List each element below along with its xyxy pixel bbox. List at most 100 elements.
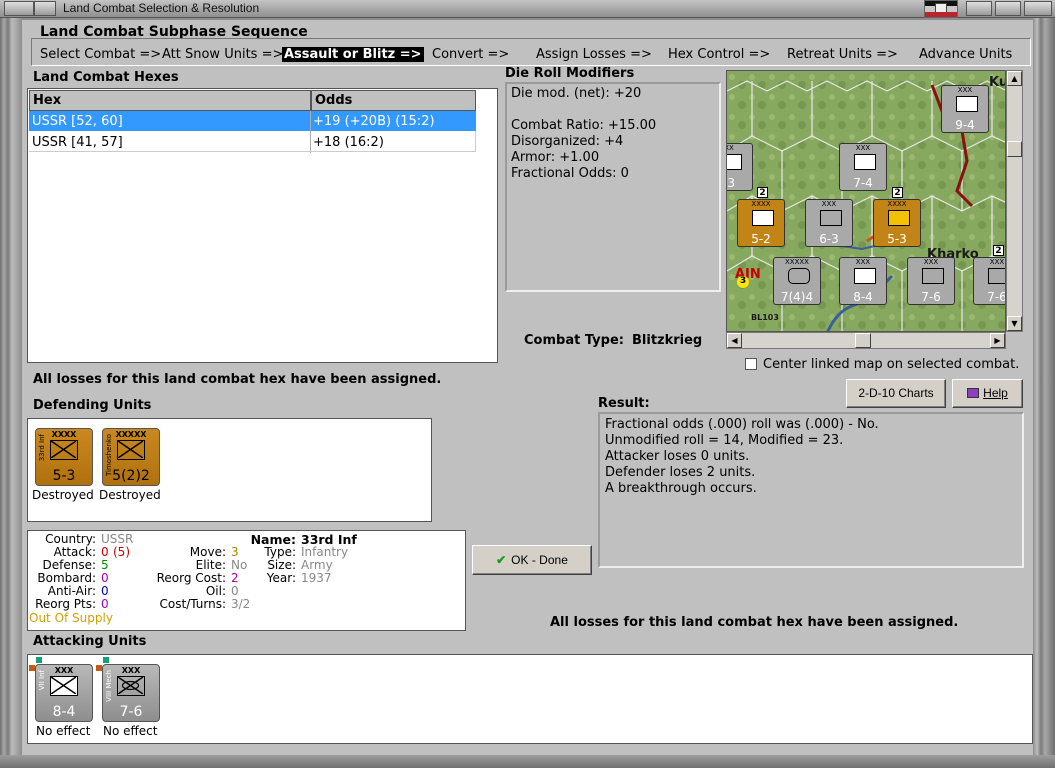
counter-size: XXX <box>989 258 1005 266</box>
counter-name: VII Inf <box>38 670 46 691</box>
charts-button[interactable]: 2-D-10 Charts <box>846 379 946 408</box>
odds-column-header[interactable]: Odds <box>311 90 476 111</box>
modifier-line: Combat Ratio: +15.00 <box>511 118 657 133</box>
help-button[interactable]: Help <box>952 379 1023 408</box>
row-hex-cell: USSR [41, 57] <box>32 135 123 150</box>
hq-icon <box>788 268 810 284</box>
defending-unit-status: Destroyed <box>99 488 161 502</box>
attacking-unit-counter[interactable]: XXX VIII Mech 7-6 <box>102 664 160 722</box>
anti-air-label: Anti-Air: <box>47 584 96 598</box>
counter-strength: 8-4 <box>52 704 76 720</box>
map-counter[interactable]: XXXXX 7(4)4 <box>773 257 821 305</box>
counter-name: 33rd Inf <box>38 434 46 462</box>
losses-assigned-message-bottom: All losses for this land combat hex have… <box>550 615 959 630</box>
supply-marker-badge: 3 <box>737 276 749 288</box>
scroll-thumb[interactable] <box>1007 141 1022 157</box>
system-menu-button[interactable] <box>4 1 34 16</box>
infantry-icon <box>956 96 978 112</box>
country-label: Country: <box>45 532 96 546</box>
seq-step-convert: Convert => <box>432 47 510 62</box>
year-value: 1937 <box>301 571 332 585</box>
attacking-unit-status: No effect <box>36 724 91 738</box>
checkmark-icon: ✔ <box>496 553 507 567</box>
map-counter[interactable]: XXX 6-3 <box>805 199 853 247</box>
counter-size: XXXXX <box>785 258 809 266</box>
unit-flag-icon <box>36 657 42 663</box>
bombard-label: Bombard: <box>37 571 96 585</box>
infantry-cross-icon <box>50 440 77 459</box>
defending-unit-counter[interactable]: XXXX 33rd Inf 5-3 <box>35 428 93 486</box>
counter-strength: 7(4)4 <box>780 290 814 304</box>
type-label: Type: <box>264 545 296 559</box>
counter-strength: 7-6 <box>921 290 941 304</box>
modifier-line: Armor: +1.00 <box>511 150 600 165</box>
scroll-left-icon[interactable]: ◀ <box>727 333 742 348</box>
reorg-pts-label: Reorg Pts: <box>35 597 96 611</box>
attacking-units-panel <box>27 654 1033 744</box>
defense-value: 5 <box>101 558 109 572</box>
map-counter[interactable]: XX -3 <box>727 143 753 191</box>
scroll-down-icon[interactable]: ▼ <box>1007 316 1022 331</box>
map-counter[interactable]: XXX 9-4 <box>941 85 989 133</box>
map-label-city: Ku <box>989 75 1005 90</box>
scroll-right-icon[interactable]: ▶ <box>990 333 1005 348</box>
combat-type-label: Combat Type: <box>524 333 624 348</box>
map-vertical-scrollbar[interactable]: ▲ ▼ <box>1006 70 1023 332</box>
minimize-button[interactable] <box>34 1 56 16</box>
mech-cross-icon <box>117 676 144 695</box>
attack-label: Attack: <box>53 545 96 559</box>
map-counter[interactable]: XXX 8-4 <box>839 257 887 305</box>
map-counter[interactable]: XXX 7-6 <box>973 257 1005 305</box>
counter-size: XXXX <box>887 200 907 208</box>
modifier-line: Disorganized: +4 <box>511 134 624 149</box>
counter-strength: 5-3 <box>52 468 76 484</box>
infantry-icon <box>854 268 876 284</box>
counter-strength: -3 <box>727 176 735 190</box>
maximize-button[interactable] <box>966 1 992 16</box>
hex-column-header[interactable]: Hex <box>29 90 311 111</box>
infantry-icon <box>50 676 78 696</box>
modifiers-panel <box>505 82 721 292</box>
reorg-pts-value: 0 <box>101 597 109 611</box>
center-map-checkbox[interactable] <box>745 358 757 370</box>
infantry-icon <box>117 440 145 460</box>
map-counter[interactable]: XXX 7-4 <box>839 143 887 191</box>
ok-done-button[interactable]: ✔ OK - Done <box>472 545 592 575</box>
defense-label: Defense: <box>42 558 96 572</box>
oil-label: Oil: <box>205 584 226 598</box>
defending-unit-status: Destroyed <box>32 488 94 502</box>
counter-size: XXX <box>855 258 871 266</box>
seq-step-assault-blitz: Assault or Blitz => <box>282 47 424 62</box>
attacking-unit-counter[interactable]: XXX VII Inf 8-4 <box>35 664 93 722</box>
map-label-marker: BL103 <box>751 313 779 322</box>
ok-done-label: OK - Done <box>511 553 568 567</box>
linked-map[interactable]: Ku Kharko AIN BL103 XXX 9-4 XX -3 XXX 7-… <box>726 70 1006 332</box>
move-label: Move: <box>189 545 226 559</box>
counter-strength: 8-4 <box>853 290 873 304</box>
combat-explosion-icon <box>888 210 910 226</box>
map-counter[interactable]: XXX 7-6 <box>907 257 955 305</box>
defending-unit-counter[interactable]: XXXXX Timoshenko 5(2)2 <box>102 428 160 486</box>
scroll-thumb[interactable] <box>855 333 871 348</box>
counter-strength: 7-6 <box>119 704 143 720</box>
row-odds-cell: +18 (16:2) <box>313 135 384 150</box>
modifier-line: Fractional Odds: 0 <box>511 166 629 181</box>
counter-size: XXX <box>855 144 871 152</box>
map-counter[interactable]: XXXX 5-2 <box>737 199 785 247</box>
window-title: Land Combat Selection & Resolution <box>63 1 260 15</box>
armor-icon <box>988 268 1005 284</box>
window-left-border <box>0 18 22 755</box>
counter-name: VIII Mech <box>105 670 113 702</box>
modifiers-title: Die Roll Modifiers <box>505 66 635 81</box>
seq-step-advance: Advance Units <box>919 47 1013 62</box>
restore-button[interactable] <box>995 1 1021 16</box>
close-button[interactable] <box>1024 1 1052 16</box>
elite-label: Elite: <box>195 558 226 572</box>
map-counter-selected[interactable]: XXXX 5-3 <box>873 199 921 247</box>
counter-strength: 9-4 <box>955 118 975 132</box>
attacking-unit-status: No effect <box>103 724 158 738</box>
scroll-up-icon[interactable]: ▲ <box>1007 71 1022 86</box>
stack-badge: 2 <box>993 245 1004 256</box>
counter-size: XX <box>727 144 734 152</box>
map-horizontal-scrollbar[interactable]: ◀ ▶ <box>726 332 1006 349</box>
